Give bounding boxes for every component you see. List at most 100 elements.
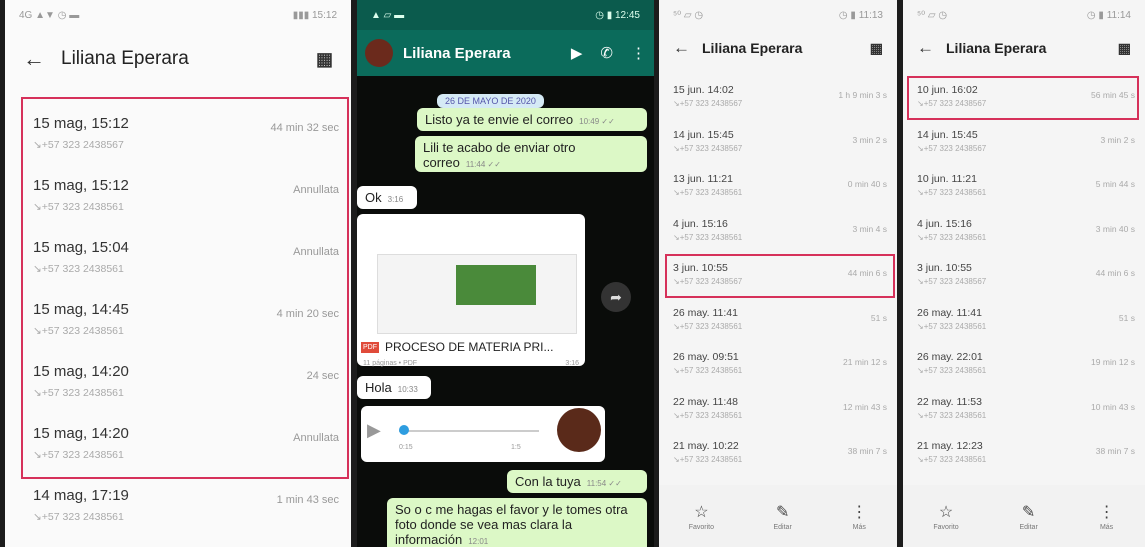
- call-row[interactable]: 22 may. 11:53 ↘+57 323 2438561 10 min 43 s: [917, 396, 1135, 436]
- edit-label: Editar: [773, 523, 792, 531]
- contact-title: Liliana Eperara: [946, 40, 1047, 56]
- call-row[interactable]: 4 jun. 15:16 ↘+57 323 2438561 3 min 4 s: [673, 218, 887, 258]
- message-out[interactable]: Con la tuya 11:54 ✓✓: [507, 470, 647, 493]
- forward-icon[interactable]: ➦: [601, 282, 631, 312]
- call-row[interactable]: 15 mag, 14:20 ↘+57 323 2438561 Annullata: [33, 425, 343, 485]
- call-row[interactable]: 13 jun. 11:21 ↘+57 323 2438561 0 min 40 s: [673, 173, 887, 213]
- call-row[interactable]: 3 jun. 10:55 ↘+57 323 2438567 44 min 6 s: [673, 262, 887, 302]
- call-duration: Annullata: [293, 184, 339, 196]
- more-label: Más: [852, 523, 866, 531]
- call-date: 26 may. 09:51: [673, 351, 739, 363]
- more-button[interactable]: ⋮ Más: [1099, 502, 1115, 531]
- chat-header: Liliana Eperara ▶ ✆ ⋮: [357, 30, 654, 76]
- back-arrow-icon[interactable]: ←: [23, 46, 45, 72]
- call-date: 3 jun. 10:55: [917, 262, 972, 274]
- call-row[interactable]: 21 may. 10:22 ↘+57 323 2438561 38 min 7 s: [673, 440, 887, 480]
- call-duration: 44 min 6 s: [847, 268, 887, 278]
- call-row[interactable]: 15 mag, 14:45 ↘+57 323 2438561 4 min 20 se…: [33, 301, 343, 361]
- audio-progress[interactable]: [399, 430, 539, 432]
- qr-code-icon[interactable]: ▦: [870, 40, 883, 57]
- call-number: ↘+57 323 2438561: [33, 263, 124, 275]
- audio-time: 0:15: [399, 444, 413, 451]
- call-duration: 38 min 7 s: [847, 446, 887, 456]
- message-out[interactable]: Lili te acabo de enviar otro correo 11:44…: [415, 136, 647, 172]
- document-message[interactable]: PDF PROCESO DE MATERIA PRI... 11 páginas…: [357, 214, 585, 367]
- call-date: 10 jun. 11:21: [917, 173, 977, 185]
- call-row[interactable]: 26 may. 11:41 ↘+57 323 2438561 51 s: [917, 307, 1135, 347]
- header: ← Liliana Eperara ▦: [659, 30, 897, 66]
- status-right: ▮▮▮ 15:12: [292, 9, 337, 21]
- call-row[interactable]: 26 may. 11:41 ↘+57 323 2438561 51 s: [673, 307, 887, 347]
- audio-message[interactable]: ▶ 0:15 1:5: [361, 406, 605, 462]
- star-icon: ☆: [938, 503, 954, 521]
- message-text: Hola: [365, 380, 392, 395]
- call-row[interactable]: 22 may. 11:48 ↘+57 323 2438561 12 min 43 s: [673, 396, 887, 436]
- message-out[interactable]: Listo ya te envie el correo 10:49 ✓✓: [417, 108, 647, 131]
- call-row[interactable]: 26 may. 09:51 ↘+57 323 2438561 21 min 12 s: [673, 351, 887, 391]
- call-duration: 38 min 7 s: [1095, 446, 1135, 456]
- status-left: 4G ▲▼ ◷ ▬: [19, 9, 80, 21]
- call-number: ↘+57 323 2438561: [917, 366, 987, 375]
- status-left: ⁵⁰ ▱ ◷: [917, 9, 948, 21]
- audio-scrubber[interactable]: [399, 425, 409, 435]
- message-out[interactable]: So o c me hagas el favor y le tomes otra…: [387, 498, 647, 547]
- call-row[interactable]: 10 jun. 11:21 ↘+57 323 2438561 5 min 44 s: [917, 173, 1135, 213]
- call-row[interactable]: 14 jun. 15:45 ↘+57 323 2438567 3 min 2 s: [917, 129, 1135, 169]
- call-duration: 56 min 45 s: [1091, 90, 1135, 100]
- status-bar: 4G ▲▼ ◷ ▬ ▮▮▮ 15:12: [5, 0, 351, 30]
- call-number: ↘+57 323 2438567: [673, 143, 743, 153]
- call-row[interactable]: 26 may. 22:01 ↘+57 323 2438561 19 min 12 s: [917, 351, 1135, 391]
- call-row[interactable]: 14 jun. 15:45 ↘+57 323 2438567 3 min 2 s: [673, 129, 887, 169]
- call-row[interactable]: 15 mag, 14:20 ↘+57 323 2438561 24 sec: [33, 363, 343, 423]
- favorite-button[interactable]: ☆ Favorito: [689, 502, 714, 531]
- call-row[interactable]: 15 mag, 15:12 ↘+57 323 2438567 44 min 32 s…: [33, 115, 343, 175]
- call-number: ↘+57 323 2438561: [33, 511, 124, 523]
- favorite-button[interactable]: ☆ Favorito: [933, 502, 958, 531]
- call-duration: 21 min 12 s: [843, 357, 887, 367]
- edit-button[interactable]: ✎ Editar: [774, 502, 792, 531]
- edit-button[interactable]: ✎ Editar: [1019, 502, 1037, 531]
- call-number: ↘+57 323 2438567: [917, 99, 987, 108]
- phone-icon[interactable]: ✆: [600, 44, 613, 62]
- call-duration: 12 min 43 s: [843, 401, 887, 412]
- back-arrow-icon[interactable]: ←: [673, 38, 690, 58]
- qr-code-icon[interactable]: ▦: [316, 49, 333, 70]
- call-date: 22 may. 11:48: [673, 395, 738, 408]
- call-row[interactable]: 4 jun. 15:16 ↘+57 323 2438561 3 min 40 s: [917, 218, 1135, 258]
- edit-icon: ✎: [775, 503, 790, 521]
- avatar[interactable]: [365, 39, 393, 67]
- menu-icon[interactable]: ⋮: [631, 44, 646, 62]
- call-date: 4 jun. 15:16: [917, 217, 972, 230]
- call-number: ↘+57 323 2438561: [673, 455, 743, 464]
- more-label: Más: [1099, 523, 1114, 531]
- play-icon[interactable]: ▶: [367, 420, 381, 441]
- video-call-icon[interactable]: ▶: [571, 44, 583, 62]
- chat-title[interactable]: Liliana Eperara: [403, 45, 511, 62]
- more-button[interactable]: ⋮ Más: [851, 502, 867, 531]
- call-number: ↘+57 323 2438567: [673, 277, 743, 286]
- whatsapp-chat-panel: ▲ ▱ ▬ ◷ ▮ 12:45 Liliana Eperara ▶ ✆ ⋮ 26…: [357, 0, 654, 547]
- call-date: 14 jun. 15:45: [917, 128, 978, 141]
- call-date: 26 may. 11:41: [673, 306, 738, 319]
- qr-code-icon[interactable]: ▦: [1118, 40, 1131, 57]
- call-duration: 5 min 44 s: [1095, 179, 1135, 189]
- call-row[interactable]: 14 mag, 17:19 ↘+57 323 2438561 1 min 43 se…: [33, 487, 343, 547]
- call-duration: 24 sec: [306, 370, 339, 382]
- call-row[interactable]: 15 mag, 15:04 ↘+57 323 2438561 Annullata: [33, 239, 343, 299]
- call-row[interactable]: 10 jun. 16:02 ↘+57 323 2438567 56 min 45 s: [917, 84, 1135, 124]
- call-number: ↘+57 323 2438561: [33, 325, 124, 337]
- bottom-bar: ☆ Favorito ✎ Editar ⋮ Más: [659, 485, 897, 547]
- back-arrow-icon[interactable]: ←: [917, 38, 934, 58]
- call-row[interactable]: 3 jun. 10:55 ↘+57 323 2438567 44 min 6 s: [917, 262, 1135, 302]
- call-row[interactable]: 21 may. 12:23 ↘+57 323 2438561 38 min 7 s: [917, 440, 1135, 480]
- call-date: 15 mag, 14:45: [33, 301, 129, 318]
- call-duration: 4 min 20 sec: [276, 308, 339, 320]
- message-in[interactable]: Ok 3:16: [357, 186, 417, 209]
- message-time: 3:16: [565, 360, 579, 367]
- call-duration: 1 min 43 sec: [276, 494, 339, 506]
- call-duration: 1 h 9 min 3 s: [838, 90, 887, 100]
- message-in[interactable]: Hola 10:33: [357, 376, 431, 399]
- message-text: Listo ya te envie el correo: [425, 112, 574, 127]
- call-row[interactable]: 15 jun. 14:02 ↘+57 323 2438567 1 h 9 min 3…: [673, 84, 887, 124]
- call-row[interactable]: 15 mag, 15:12 ↘+57 323 2438561 Annullata: [33, 177, 343, 237]
